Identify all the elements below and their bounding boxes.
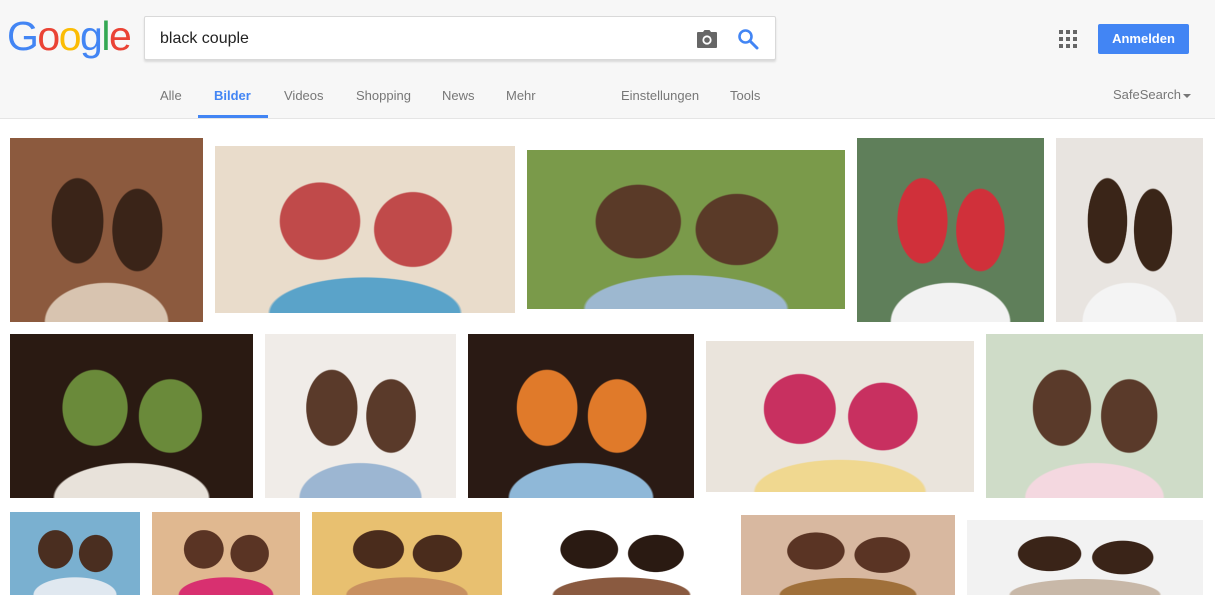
signin-button[interactable]: Anmelden bbox=[1098, 24, 1189, 54]
tab-news[interactable]: News bbox=[442, 88, 475, 103]
image-result-14[interactable] bbox=[514, 512, 729, 595]
tab-images[interactable]: Bilder bbox=[214, 88, 251, 103]
tab-shopping[interactable]: Shopping bbox=[356, 88, 411, 103]
image-result-7[interactable] bbox=[265, 334, 456, 498]
tab-all[interactable]: Alle bbox=[160, 88, 182, 103]
image-result-16[interactable] bbox=[967, 520, 1203, 595]
search-icon[interactable] bbox=[737, 28, 759, 50]
image-result-12[interactable] bbox=[152, 512, 300, 595]
camera-icon[interactable] bbox=[696, 29, 718, 49]
logo-letter: e bbox=[108, 13, 132, 59]
tab-more[interactable]: Mehr bbox=[506, 88, 536, 103]
search-box bbox=[144, 16, 776, 60]
image-result-3[interactable] bbox=[527, 150, 845, 309]
caret-down-icon bbox=[1182, 93, 1191, 98]
image-result-6[interactable] bbox=[10, 334, 253, 498]
logo-letter: g bbox=[80, 13, 103, 59]
image-result-13[interactable] bbox=[312, 512, 502, 595]
tab-videos[interactable]: Videos bbox=[284, 88, 324, 103]
google-logo[interactable]: Google bbox=[7, 13, 132, 59]
search-input[interactable] bbox=[160, 27, 680, 51]
active-tab-indicator bbox=[198, 115, 268, 118]
image-result-4[interactable] bbox=[857, 138, 1044, 322]
logo-letter: l bbox=[101, 13, 110, 59]
image-result-11[interactable] bbox=[10, 512, 140, 595]
safesearch-dropdown[interactable]: SafeSearch bbox=[1113, 87, 1191, 102]
tab-settings[interactable]: Einstellungen bbox=[621, 88, 699, 103]
image-result-2[interactable] bbox=[215, 146, 515, 313]
logo-letter: o bbox=[37, 13, 60, 59]
apps-grid-icon[interactable] bbox=[1059, 30, 1077, 48]
image-result-15[interactable] bbox=[741, 515, 955, 595]
image-result-10[interactable] bbox=[986, 334, 1203, 498]
image-result-5[interactable] bbox=[1056, 138, 1203, 322]
tab-tools[interactable]: Tools bbox=[730, 88, 760, 103]
safesearch-label: SafeSearch bbox=[1113, 87, 1181, 102]
image-result-1[interactable] bbox=[10, 138, 203, 322]
top-bar: Google Anmelden Alle Bilder Videos Shopp… bbox=[0, 0, 1215, 119]
image-result-9[interactable] bbox=[706, 341, 974, 492]
logo-letter: o bbox=[58, 13, 82, 59]
image-result-8[interactable] bbox=[468, 334, 694, 498]
logo-letter: G bbox=[7, 13, 39, 59]
